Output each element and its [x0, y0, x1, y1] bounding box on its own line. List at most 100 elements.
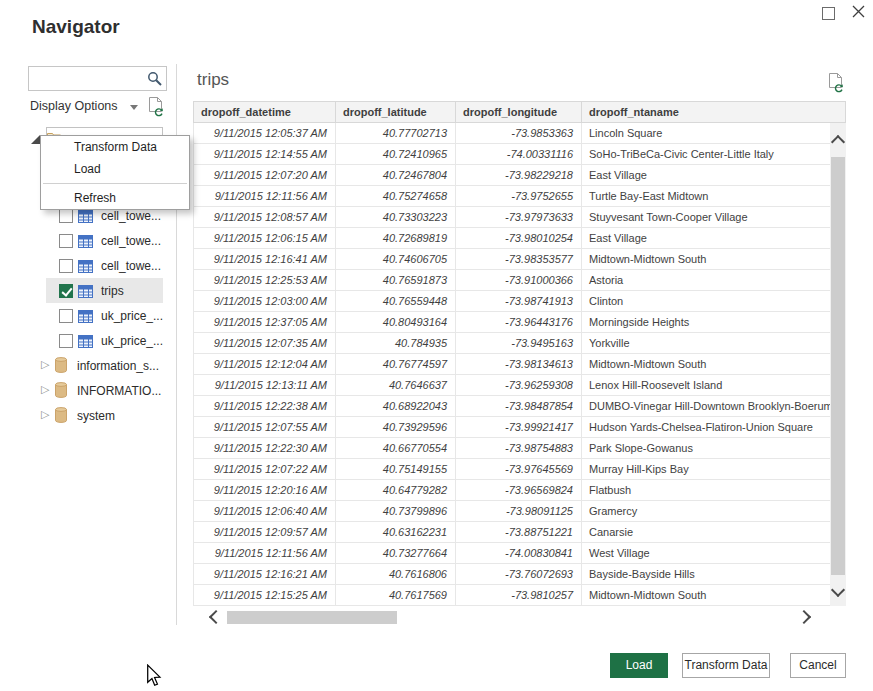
cell-numeric: 40.7616806: [336, 564, 456, 585]
checkbox[interactable]: [59, 334, 73, 348]
tree-item-uk-price[interactable]: uk_price_...: [0, 303, 192, 328]
cell-text: SoHo-TriBeCa-Civic Center-Little Italy: [582, 144, 831, 165]
database-icon: [55, 407, 67, 427]
cell-numeric: -73.98229218: [456, 165, 582, 186]
tree-item-information-s[interactable]: ▷ information_s...: [0, 353, 192, 378]
tree-item-system[interactable]: ▷system: [0, 403, 192, 428]
checkbox[interactable]: [59, 284, 73, 298]
cell-numeric: 40.784935: [336, 333, 456, 354]
table-row: 9/11/2015 12:09:57 AM40.63162231-73.8875…: [194, 522, 831, 543]
checkbox[interactable]: [59, 259, 73, 273]
table-row: 9/11/2015 12:25:53 AM40.76591873-73.9100…: [194, 270, 831, 291]
context-menu: Transform DataLoad Refresh: [40, 135, 190, 210]
cell-text: Bayside-Bayside Hills: [582, 564, 831, 585]
cell-numeric: 9/11/2015 12:07:35 AM: [194, 333, 336, 354]
database-icon: [55, 382, 67, 402]
checkbox[interactable]: [59, 209, 73, 223]
cell-numeric: 40.75274658: [336, 186, 456, 207]
tree-item-cell-towe[interactable]: cell_towe...: [0, 228, 192, 253]
load-button[interactable]: Load: [610, 653, 668, 678]
transform-data-button[interactable]: Transform Data: [682, 653, 770, 678]
cell-numeric: 40.76774597: [336, 354, 456, 375]
cell-text: Hudson Yards-Chelsea-Flatiron-Union Squa…: [582, 417, 831, 438]
table-row: 9/11/2015 12:03:00 AM40.76559448-73.9874…: [194, 291, 831, 312]
table-row: 9/11/2015 12:07:35 AM40.784935-73.949516…: [194, 333, 831, 354]
refresh-source-icon[interactable]: [147, 96, 165, 121]
checkbox[interactable]: [59, 234, 73, 248]
menu-item-load[interactable]: Load: [41, 158, 189, 180]
table-row: 9/11/2015 12:07:55 AM40.73929596-73.9992…: [194, 417, 831, 438]
cell-text: Murray Hill-Kips Bay: [582, 459, 831, 480]
search-icon[interactable]: [147, 71, 163, 91]
refresh-preview-icon[interactable]: [827, 72, 845, 97]
cell-numeric: -73.99921417: [456, 417, 582, 438]
vertical-scrollbar-thumb[interactable]: [831, 157, 845, 575]
tree-item-label: information_s...: [77, 359, 159, 373]
cell-numeric: 9/11/2015 12:15:25 AM: [194, 585, 336, 606]
expand-arrow-icon[interactable]: ▷: [41, 408, 49, 421]
cell-text: Midtown-Midtown South: [582, 249, 831, 270]
expand-arrow-icon[interactable]: ▷: [41, 383, 49, 396]
cell-text: Stuyvesant Town-Cooper Village: [582, 207, 831, 228]
cell-text: Midtown-Midtown South: [582, 585, 831, 606]
cell-numeric: 9/11/2015 12:22:30 AM: [194, 438, 336, 459]
tree-item-trips[interactable]: trips: [0, 278, 192, 303]
scroll-up-icon[interactable]: [831, 135, 845, 149]
table-icon: [78, 284, 93, 302]
tree-item-label: trips: [101, 284, 124, 298]
cell-numeric: -73.96443176: [456, 312, 582, 333]
tree-item-informatio[interactable]: ▷INFORMATIO...: [0, 378, 192, 403]
cell-numeric: 9/11/2015 12:11:56 AM: [194, 186, 336, 207]
menu-item-transform-data[interactable]: Transform Data: [41, 136, 189, 158]
cell-numeric: -73.98754883: [456, 438, 582, 459]
cell-text: Morningside Heights: [582, 312, 831, 333]
table-row: 9/11/2015 12:06:40 AM40.73799896-73.9809…: [194, 501, 831, 522]
cell-numeric: 9/11/2015 12:22:38 AM: [194, 396, 336, 417]
cell-numeric: 9/11/2015 12:08:57 AM: [194, 207, 336, 228]
expand-arrow-icon[interactable]: ▷: [41, 358, 49, 371]
display-options-dropdown[interactable]: Display Options: [30, 99, 138, 113]
chevron-down-icon: [130, 105, 138, 110]
cell-numeric: 9/11/2015 12:07:22 AM: [194, 459, 336, 480]
cell-numeric: 9/11/2015 12:03:00 AM: [194, 291, 336, 312]
search-box[interactable]: [28, 66, 167, 91]
cell-numeric: -73.9495163: [456, 333, 582, 354]
cell-text: Canarsie: [582, 522, 831, 543]
vertical-scrollbar[interactable]: [830, 123, 846, 606]
column-header-dropoff_ntaname: dropoff_ntaname: [582, 102, 831, 123]
cell-numeric: 9/11/2015 12:37:05 AM: [194, 312, 336, 333]
scroll-left-icon[interactable]: [209, 610, 223, 624]
cell-text: Midtown-Midtown South: [582, 354, 831, 375]
cell-numeric: -73.9810257: [456, 585, 582, 606]
cell-numeric: 40.74606705: [336, 249, 456, 270]
table-row: 9/11/2015 12:22:30 AM40.66770554-73.9875…: [194, 438, 831, 459]
cell-numeric: -73.98353577: [456, 249, 582, 270]
cell-numeric: -73.9752655: [456, 186, 582, 207]
table-header-row: dropoff_datetimedropoff_latitudedropoff_…: [194, 102, 831, 123]
scroll-right-icon[interactable]: [797, 610, 811, 624]
table-row: 9/11/2015 12:11:56 AM40.73277664-74.0083…: [194, 543, 831, 564]
close-icon[interactable]: [851, 4, 867, 20]
menu-item-refresh[interactable]: Refresh: [41, 187, 189, 209]
tree-item-uk-price[interactable]: uk_price_...: [0, 328, 192, 353]
cell-numeric: 40.63162231: [336, 522, 456, 543]
checkbox[interactable]: [59, 309, 73, 323]
cell-numeric: -73.96259308: [456, 375, 582, 396]
horizontal-scrollbar-thumb[interactable]: [227, 611, 397, 624]
tree-item-label: cell_towe...: [101, 259, 161, 273]
cell-text: Yorkville: [582, 333, 831, 354]
table-row: 9/11/2015 12:15:25 AM40.7617569-73.98102…: [194, 585, 831, 606]
scroll-down-icon[interactable]: [831, 583, 845, 597]
table-row: 9/11/2015 12:08:57 AM40.73303223-73.9797…: [194, 207, 831, 228]
tree-item-cell-towe[interactable]: cell_towe...: [0, 253, 192, 278]
database-icon: [55, 357, 67, 377]
maximize-icon[interactable]: [822, 7, 835, 20]
collapse-arrow-icon[interactable]: [31, 135, 40, 144]
cancel-button[interactable]: Cancel: [790, 653, 846, 678]
cell-text: Park Slope-Gowanus: [582, 438, 831, 459]
search-input[interactable]: [31, 69, 141, 88]
horizontal-scrollbar[interactable]: [193, 609, 830, 626]
cell-numeric: -73.97645569: [456, 459, 582, 480]
cell-numeric: 9/11/2015 12:16:21 AM: [194, 564, 336, 585]
cell-numeric: 40.76559448: [336, 291, 456, 312]
